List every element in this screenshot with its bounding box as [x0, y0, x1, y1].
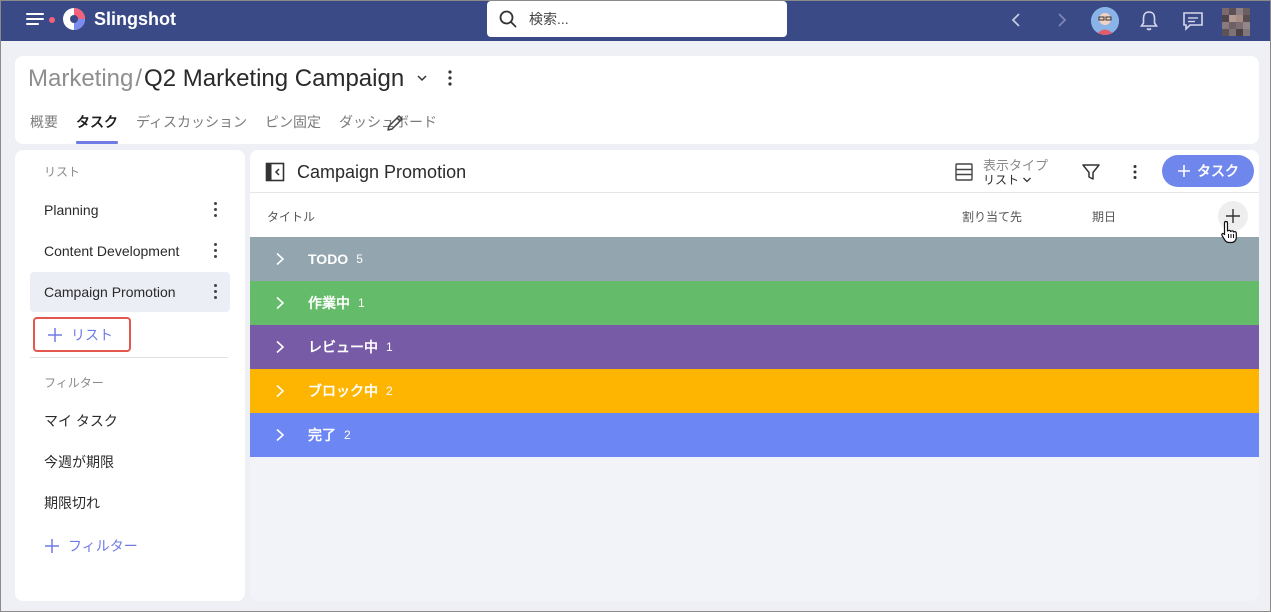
breadcrumb-separator: / — [135, 65, 143, 92]
add-filter-label: フィルター — [68, 538, 138, 554]
status-group-in-progress[interactable]: 作業中 1 — [250, 281, 1259, 325]
panel-header: Campaign Promotion 表示タイプ リスト タスク — [250, 150, 1259, 193]
page-title: Q2 Marketing Campaign — [144, 65, 405, 92]
filter-icon[interactable] — [1081, 162, 1101, 182]
more-vertical-icon[interactable] — [214, 284, 218, 300]
add-filter-button[interactable]: フィルター — [44, 536, 138, 556]
list-title: Campaign Promotion — [297, 162, 467, 182]
add-list-button[interactable]: リスト — [33, 317, 131, 352]
view-type-select[interactable]: リスト — [983, 171, 1032, 188]
lists-heading: リスト — [44, 165, 81, 179]
sidebar-item-label: 期限切れ — [44, 495, 100, 511]
group-name: レビュー中 — [308, 339, 378, 355]
task-list-panel: Campaign Promotion 表示タイプ リスト タスク タイトル 割り… — [250, 150, 1259, 601]
chevron-right-icon — [276, 384, 285, 398]
chevron-right-icon — [276, 340, 285, 354]
forward-arrow-icon[interactable] — [1052, 10, 1072, 30]
sidebar-item-content-development[interactable]: Content Development — [30, 231, 230, 271]
plus-icon — [45, 539, 59, 553]
breadcrumb-parent[interactable]: Marketing — [28, 65, 133, 93]
add-task-label: タスク — [1197, 163, 1239, 179]
slingshot-logo-icon — [63, 8, 85, 30]
tab-discussion[interactable]: ディスカッション — [136, 112, 247, 144]
status-group-blocked[interactable]: ブロック中 2 — [250, 369, 1259, 413]
breadcrumb: Marketing / Q2 Marketing Campaign — [28, 65, 404, 93]
list-view-icon[interactable] — [955, 163, 973, 181]
sidebar: リスト Planning Content Development Campaig… — [15, 150, 245, 601]
more-vertical-icon[interactable] — [214, 202, 218, 218]
sidebar-item-label: Content Development — [44, 243, 180, 259]
status-group-in-review[interactable]: レビュー中 1 — [250, 325, 1259, 369]
sidebar-item-label: Planning — [44, 202, 99, 218]
column-due-date[interactable]: 期日 — [1092, 208, 1116, 225]
avatar-icon — [1091, 7, 1119, 35]
search-box[interactable] — [487, 1, 787, 37]
status-group-todo[interactable]: TODO 5 — [250, 237, 1259, 281]
sidebar-item-planning[interactable]: Planning — [30, 190, 230, 230]
group-count: 5 — [356, 252, 363, 266]
search-input[interactable] — [529, 11, 769, 27]
group-count: 1 — [358, 296, 365, 310]
brand-name: Slingshot — [94, 9, 176, 29]
divider — [30, 357, 228, 358]
chevron-right-icon — [276, 296, 285, 310]
group-count: 1 — [386, 340, 393, 354]
more-vertical-icon[interactable] — [214, 243, 218, 259]
column-header-row: タイトル 割り当て先 期日 — [250, 193, 1259, 237]
group-name: 完了 — [308, 427, 336, 443]
sidebar-item-label: マイ タスク — [44, 413, 118, 429]
project-header: Marketing / Q2 Marketing Campaign 概要 タスク… — [15, 56, 1259, 144]
chevron-down-icon — [1023, 177, 1031, 182]
sidebar-item-my-tasks[interactable]: マイ タスク — [30, 401, 230, 441]
chat-icon[interactable] — [1182, 11, 1204, 31]
pencil-edit-icon[interactable] — [385, 113, 405, 133]
chevron-down-icon[interactable] — [416, 73, 428, 83]
sidebar-item-label: Campaign Promotion — [44, 284, 176, 300]
plus-icon — [1178, 165, 1190, 177]
sidebar-item-campaign-promotion[interactable]: Campaign Promotion — [30, 272, 230, 312]
view-type-value: リスト — [983, 173, 1020, 187]
hand-cursor-icon — [1221, 220, 1237, 244]
collapse-sidebar-icon[interactable] — [265, 162, 285, 182]
bell-icon[interactable] — [1139, 10, 1159, 32]
sidebar-item-label: 今週が期限 — [44, 454, 114, 470]
group-name: ブロック中 — [308, 383, 378, 399]
top-bar: Slingshot — [0, 0, 1271, 41]
group-count: 2 — [386, 384, 393, 398]
user-profile-thumbnail[interactable] — [1222, 8, 1250, 36]
plus-icon — [48, 327, 62, 342]
group-count: 2 — [344, 428, 351, 442]
sidebar-item-due-this-week[interactable]: 今週が期限 — [30, 442, 230, 482]
add-list-label: リスト — [71, 326, 113, 343]
tab-pinned[interactable]: ピン固定 — [265, 112, 321, 144]
tab-tasks[interactable]: タスク — [76, 112, 118, 144]
column-assignee[interactable]: 割り当て先 — [962, 208, 1022, 225]
search-icon — [499, 10, 517, 28]
column-title[interactable]: タイトル — [267, 208, 315, 225]
chevron-right-icon — [276, 252, 285, 266]
status-group-done[interactable]: 完了 2 — [250, 413, 1259, 457]
back-arrow-icon[interactable] — [1006, 10, 1026, 30]
filters-heading: フィルター — [44, 376, 104, 390]
hamburger-menu-icon[interactable] — [26, 11, 46, 27]
avatar[interactable] — [1091, 7, 1119, 35]
chevron-right-icon — [276, 428, 285, 442]
tab-overview[interactable]: 概要 — [30, 112, 58, 144]
sidebar-item-overdue[interactable]: 期限切れ — [30, 483, 230, 523]
add-task-button[interactable]: タスク — [1162, 155, 1254, 187]
notification-dot — [49, 17, 55, 23]
group-name: TODO — [308, 251, 349, 267]
more-vertical-icon[interactable] — [1132, 164, 1138, 180]
more-vertical-icon[interactable] — [447, 69, 453, 87]
group-name: 作業中 — [308, 295, 350, 311]
